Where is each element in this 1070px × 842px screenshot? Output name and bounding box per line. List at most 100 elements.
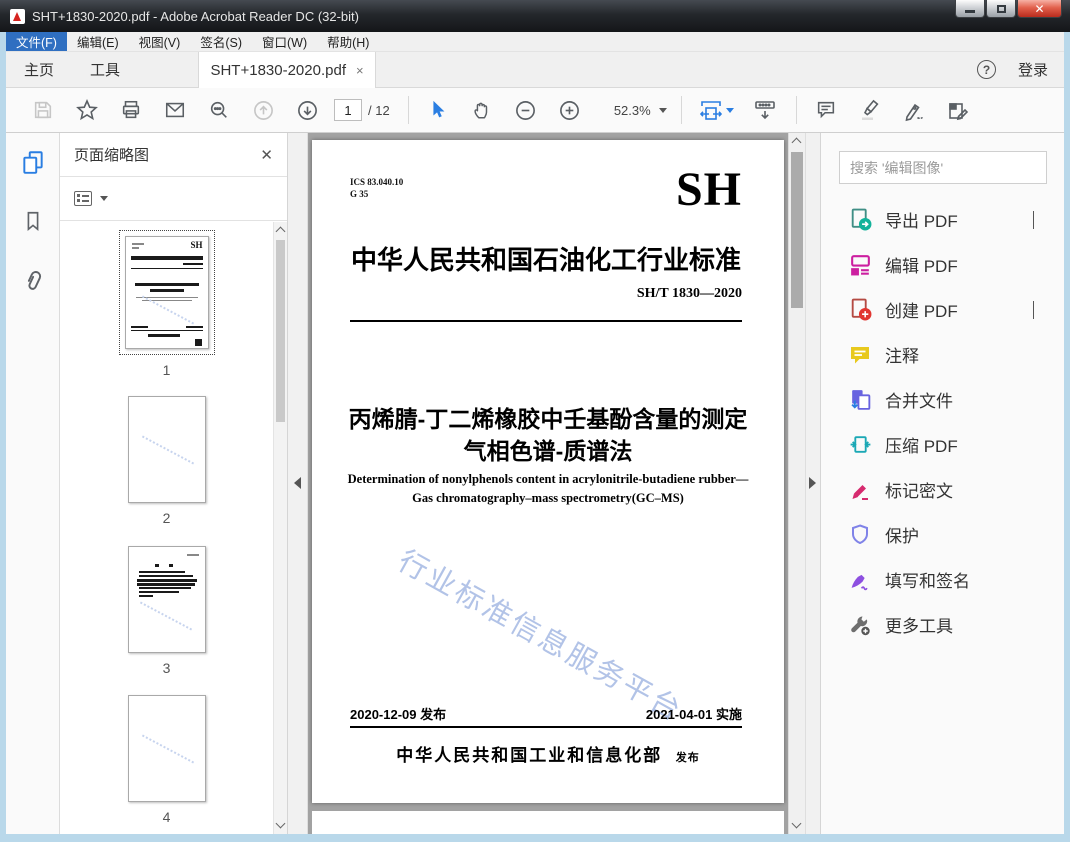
thumbnail-page-4[interactable]: 4 [60,695,273,825]
cursor-icon [427,99,449,121]
save-icon [32,99,54,121]
issue-date: 2020-12-09 发布 [350,704,446,723]
fit-width-dropdown[interactable] [694,93,738,127]
pdf-page-2 [312,811,784,834]
tab-home[interactable]: 主页 [6,52,72,87]
page-thumbnails-icon[interactable] [20,149,46,175]
menu-view[interactable]: 视图(V) [129,32,191,51]
chevron-down-icon [659,108,667,113]
menu-file[interactable]: 文件(F) [6,32,67,51]
sign-tool-button[interactable] [897,93,931,127]
edit-pdf-icon [848,252,873,277]
page-number-input[interactable] [334,99,362,121]
thumbnail-scrollbar[interactable] [273,222,287,834]
close-button[interactable]: ✕ [1017,0,1062,18]
thumbnail-image: SH [125,236,209,349]
sign-in-button[interactable]: 登录 [1018,59,1048,80]
scrollbar-thumb[interactable] [276,240,285,422]
compress-pdf-icon [848,432,873,457]
thumbnail-options-button[interactable] [60,177,287,221]
fill-sign-icon [848,567,873,592]
tab-tools[interactable]: 工具 [72,52,138,87]
thumbnail-page-1[interactable]: SH [60,230,273,378]
zoom-level-dropdown[interactable]: 52.3% [607,103,667,118]
envelope-icon [164,99,186,121]
thumbnail-page-2[interactable]: 2 [60,396,273,526]
zoom-in-button[interactable] [553,93,587,127]
tool-combine-files[interactable]: 合并文件 [821,377,1064,422]
scroll-up-icon[interactable] [792,138,802,148]
help-icon[interactable]: ? [977,60,996,79]
page-count-label: / 12 [368,103,390,118]
minus-circle-icon [514,99,537,122]
document-view[interactable]: ICS 83.040.10 G 35 SH 中华人民共和国石油化工行业标准 SH… [308,133,788,834]
collapse-left-icon[interactable] [294,477,301,489]
date-row: 2020-12-09 发布 2021-04-01 实施 [350,704,742,723]
hand-tool-button[interactable] [465,93,499,127]
print-button[interactable] [114,93,148,127]
scroll-down-icon[interactable] [276,819,286,829]
comment-tool-button[interactable] [809,93,843,127]
maximize-icon [997,5,1006,13]
favorite-button[interactable] [70,93,104,127]
bookmarks-icon[interactable] [22,209,44,233]
attachments-icon[interactable] [15,263,50,299]
menu-edit[interactable]: 编辑(E) [67,32,129,51]
tool-comment[interactable]: 注释 [821,332,1064,377]
email-button[interactable] [158,93,192,127]
tools-list: 导出 PDF 编辑 PDF 创建 PDF 注释 [821,197,1064,647]
acrobat-window: SHT+1830-2020.pdf - Adobe Acrobat Reader… [0,0,1070,842]
panel-close-icon[interactable]: ✕ [260,146,273,164]
create-pdf-icon [848,297,873,322]
scrollbar-thumb[interactable] [791,152,803,308]
collapse-right-icon[interactable] [809,477,816,489]
tool-more-tools[interactable]: 更多工具 [821,602,1064,647]
menu-help[interactable]: 帮助(H) [317,32,379,51]
select-tool-button[interactable] [421,93,455,127]
tab-document[interactable]: SHT+1830-2020.pdf × [198,52,376,88]
zoom-out-button[interactable] [509,93,543,127]
next-page-button[interactable] [290,93,324,127]
tool-protect[interactable]: 保护 [821,512,1064,557]
maximize-button[interactable] [986,0,1016,18]
thumbnail-page-number: 1 [163,362,171,378]
highlighter-icon [858,98,882,122]
highlight-tool-button[interactable] [853,93,887,127]
document-scrollbar[interactable] [788,133,805,834]
tool-redact[interactable]: 标记密文 [821,467,1064,512]
footer-rule [350,726,742,728]
main-toolbar: / 12 52.3% [6,88,1064,133]
scroll-down-icon[interactable] [792,819,802,829]
save-button[interactable] [26,93,60,127]
comment-bubble-icon [815,99,837,121]
tools-search-input[interactable] [839,151,1047,184]
tool-fill-sign[interactable]: 填写和签名 [821,557,1064,602]
scroll-up-icon[interactable] [276,227,286,237]
thumbnail-image [128,546,206,653]
toolbar-collapse-button[interactable] [748,93,782,127]
menu-sign[interactable]: 签名(S) [190,32,252,51]
thumbnail-page-number: 3 [163,660,171,676]
tool-create-pdf[interactable]: 创建 PDF [821,287,1064,332]
header-rule [350,320,742,322]
previous-page-button[interactable] [246,93,280,127]
sh-logo: SH [676,162,742,217]
star-icon [75,98,99,122]
title-english: Determination of nonylphenols content in… [312,470,784,509]
acrobat-app-icon [10,9,25,24]
tool-edit-pdf[interactable]: 编辑 PDF [821,242,1064,287]
tab-close-icon[interactable]: × [356,63,364,78]
menu-window[interactable]: 窗口(W) [252,32,317,51]
implement-date: 2021-04-01 实施 [646,704,742,723]
menu-bar: 文件(F) 编辑(E) 视图(V) 签名(S) 窗口(W) 帮助(H) [6,32,1064,52]
arrow-up-circle-icon [252,99,275,122]
minimize-button[interactable] [955,0,985,18]
list-options-icon [74,191,92,206]
tool-compress-pdf[interactable]: 压缩 PDF [821,422,1064,467]
search-button[interactable] [202,93,236,127]
tool-export-pdf[interactable]: 导出 PDF [821,197,1064,242]
fill-sign-tool-button[interactable] [941,93,975,127]
close-icon: ✕ [1034,3,1044,15]
thumbnail-page-3[interactable]: 3 [60,546,273,676]
chevron-down-icon [100,196,108,201]
